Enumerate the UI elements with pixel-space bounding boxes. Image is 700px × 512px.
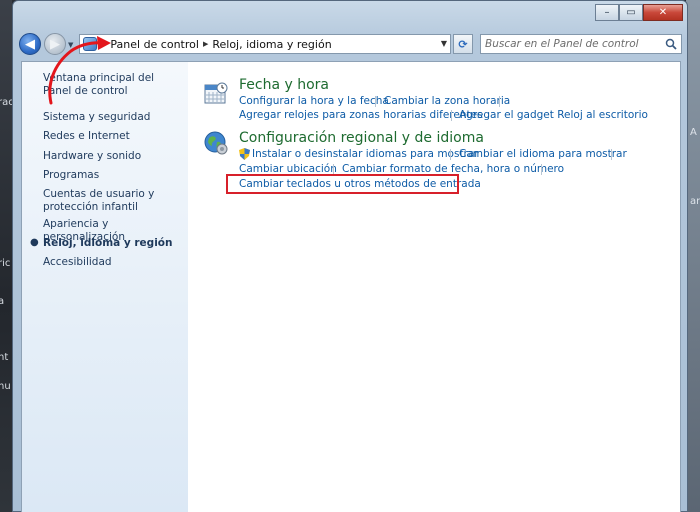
uac-shield-icon (239, 148, 250, 160)
section-title-regional-language[interactable]: Configuración regional y de idioma (239, 130, 484, 146)
refresh-button[interactable]: ⟳ (453, 34, 473, 54)
chevron-down-icon[interactable]: ▼ (441, 39, 447, 48)
link-separator (541, 164, 542, 175)
main-panel: Fecha y hora Configurar la hora y la fec… (188, 62, 680, 512)
breadcrumb-clock-language-region[interactable]: Reloj, idioma y región (212, 38, 331, 51)
link-separator (450, 149, 451, 160)
sidebar-item-system-security[interactable]: Sistema y seguridad (43, 111, 183, 124)
sidebar: Ventana principal del Panel de control S… (22, 62, 188, 512)
link-separator (499, 96, 500, 107)
minimize-button[interactable]: – (595, 4, 619, 21)
maximize-button[interactable]: ▭ (619, 4, 643, 21)
back-button[interactable]: ◀ (19, 33, 41, 55)
sidebar-item-programs[interactable]: Programas (43, 169, 183, 182)
search-icon[interactable] (665, 38, 677, 50)
link-install-languages[interactable]: Instalar o desinstalar idiomas para most… (252, 148, 479, 160)
desktop-text-fragment: ar (690, 196, 700, 207)
desktop-text-fragment: A (690, 127, 697, 138)
sidebar-item-network-internet[interactable]: Redes e Internet (43, 130, 183, 143)
desktop-text-fragment: a (0, 296, 5, 307)
desktop-background-right: A ar (686, 0, 700, 512)
address-bar[interactable]: ▶ Panel de control ▶ Reloj, idioma y reg… (79, 34, 451, 54)
annotation-arrow-icon (48, 36, 111, 105)
link-change-display-language[interactable]: Cambiar el idioma para mostrar (459, 148, 627, 160)
control-panel-window: – ▭ ✕ ◀ ▶ ▼ ▶ Panel de control ▶ Reloj, … (12, 0, 688, 512)
sidebar-item-clock-language-region: Reloj, idioma y región (43, 237, 173, 249)
link-set-time-date[interactable]: Configurar la hora y la fecha (239, 95, 389, 107)
annotation-highlight-box (226, 174, 459, 194)
sidebar-item-user-accounts[interactable]: Cuentas de usuario y protección infantil (43, 188, 183, 213)
search-box[interactable]: Buscar en el Panel de control (480, 34, 682, 54)
desktop-text-fragment: nu (0, 381, 11, 392)
search-input[interactable]: Buscar en el Panel de control (485, 38, 639, 50)
desktop-text-fragment: nt (0, 352, 9, 363)
arrow-left-icon: ◀ (25, 36, 35, 52)
content-area: Ventana principal del Panel de control S… (21, 61, 681, 512)
globe-icon (204, 131, 228, 155)
close-button[interactable]: ✕ (643, 4, 683, 21)
window-controls: – ▭ ✕ (595, 4, 683, 21)
link-separator (375, 96, 376, 107)
link-separator (451, 110, 452, 121)
link-add-clock-gadget[interactable]: Agregar el gadget Reloj al escritorio (459, 109, 648, 121)
breadcrumb-separator-icon[interactable]: ▶ (203, 40, 208, 48)
current-item-bullet-icon: ● (30, 237, 39, 248)
desktop-background-left: rac ric a nt nu (0, 0, 14, 512)
sidebar-item-accessibility[interactable]: Accesibilidad (43, 256, 183, 269)
breadcrumb-control-panel[interactable]: Panel de control (110, 38, 199, 51)
sidebar-item-hardware-sound[interactable]: Hardware y sonido (43, 150, 183, 163)
link-separator (611, 149, 612, 160)
title-bar[interactable]: – ▭ ✕ (13, 1, 687, 27)
section-title-date-time[interactable]: Fecha y hora (239, 77, 329, 93)
desktop-text-fragment: ric (0, 258, 11, 269)
link-change-time-zone[interactable]: Cambiar la zona horaria (384, 95, 510, 107)
refresh-icon: ⟳ (458, 37, 468, 51)
link-add-clocks[interactable]: Agregar relojes para zonas horarias dife… (239, 109, 483, 121)
calendar-clock-icon (204, 82, 228, 104)
